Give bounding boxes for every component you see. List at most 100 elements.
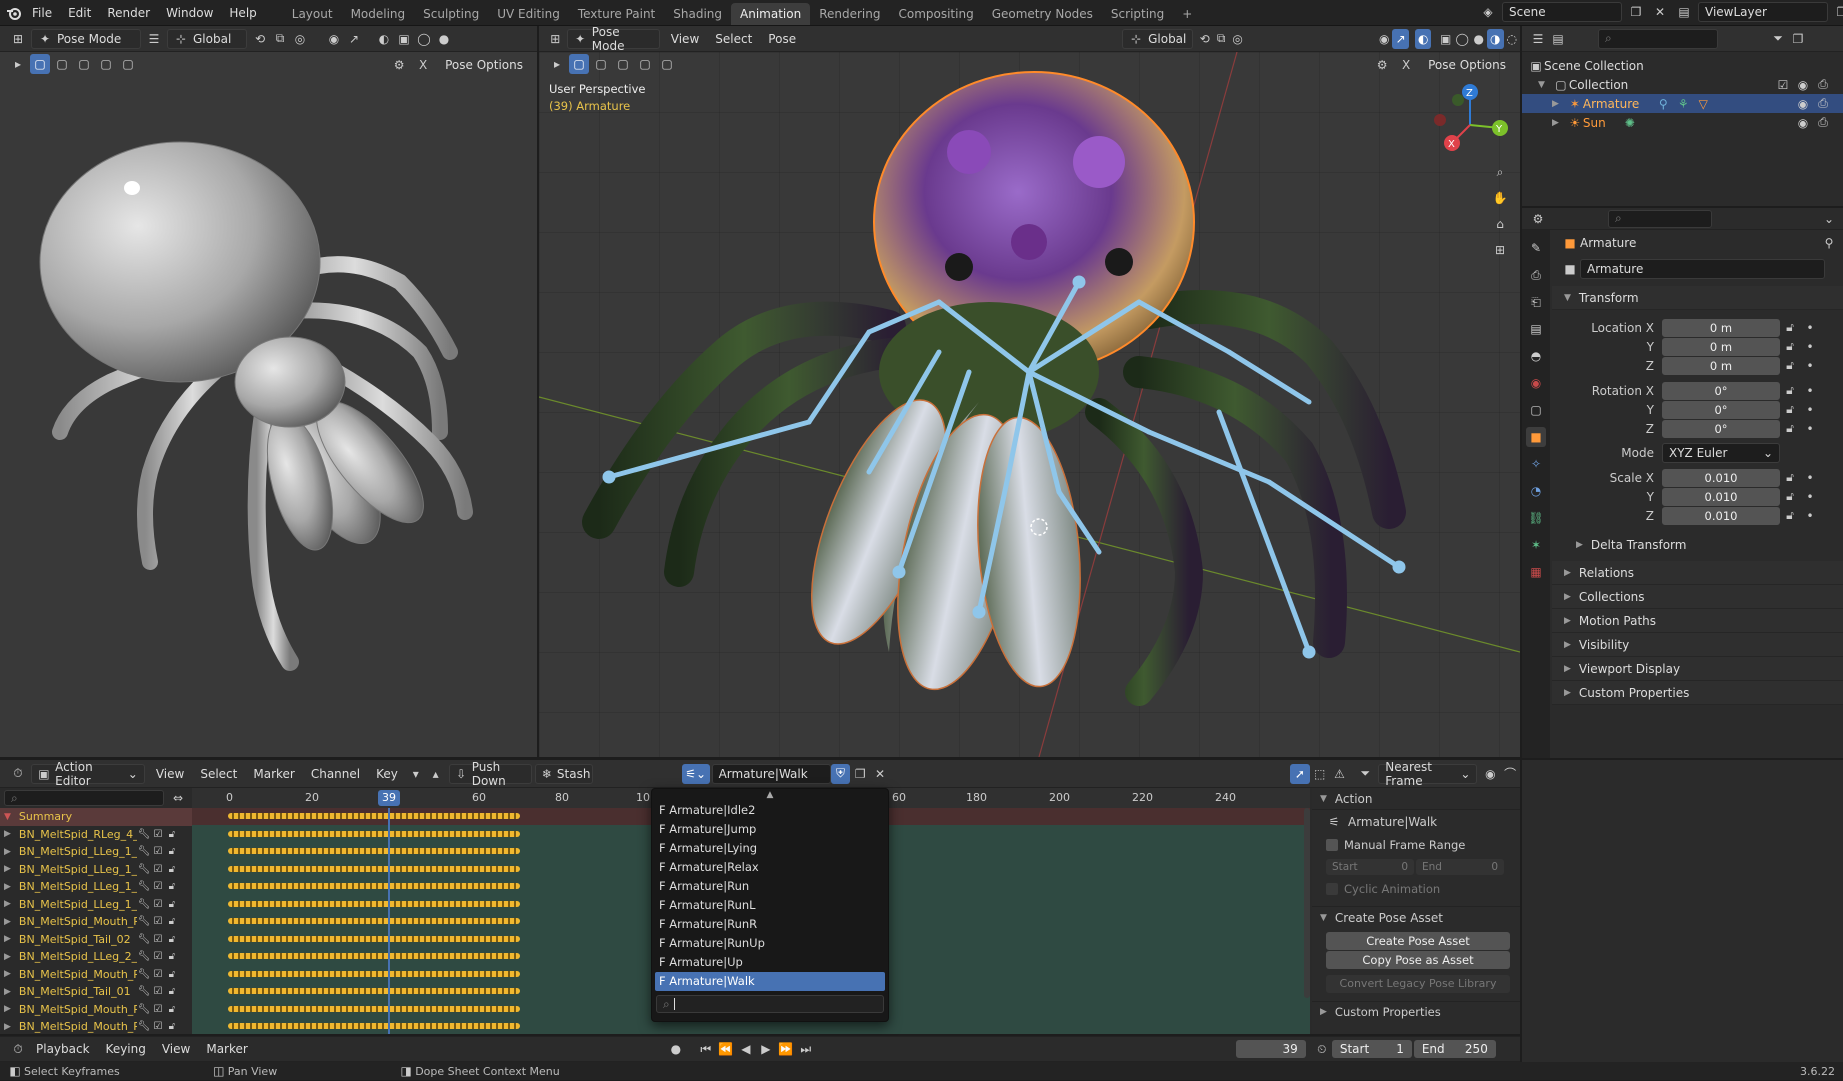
zoom-icon[interactable]: ⌕ [1490,162,1510,182]
sidebar-custom-properties-header[interactable]: ▶ Custom Properties [1312,1001,1520,1021]
collection-tab-icon[interactable]: ▢ [1526,400,1546,420]
eye-icon[interactable]: ◉ [1793,94,1813,114]
keyframe-dot-icon[interactable]: • [1800,381,1820,401]
channel-row[interactable]: ▶ BN_MeltSpid_Tail_02 🔧︎ ☑ 🔓︎ [0,931,192,949]
channel-row[interactable]: ▶ BN_MeltSpid_LLeg_1_(🔧︎ ☑ 🔓︎ [0,878,192,896]
object-tab-icon[interactable]: ■ [1526,427,1546,447]
render-tab-icon[interactable]: ⎙ [1526,265,1546,285]
main-overlay-icon[interactable]: ◐ [1414,28,1432,49]
texture-tab-icon[interactable]: ▦ [1526,562,1546,582]
copy-scene-icon[interactable]: ❐ [1626,2,1646,22]
action-list-item[interactable]: F Armature|Lying [655,839,885,858]
channel-row[interactable]: ▶ BN_MeltSpid_RLeg_4_(🔧︎ ☑ 🔓︎ [0,826,192,844]
action-panel-header[interactable]: ▼ Action [1312,788,1520,810]
main-visibility-icon[interactable]: ◉ [1376,29,1393,49]
action-list-item[interactable]: F Armature|RunL [655,896,885,915]
channel-keyframes[interactable] [228,953,520,959]
rotation-y-field[interactable]: 0° [1662,400,1780,419]
gizmo-icon[interactable]: ↗ [344,29,364,49]
tab-uv-editing[interactable]: UV Editing [488,3,569,25]
tab-compositing[interactable]: Compositing [889,3,982,25]
expand-icon[interactable]: ▶ [4,864,11,874]
channel-row[interactable]: ▶ BN_MeltSpid_LLeg_2_(🔧︎ ☑ 🔓︎ [0,948,192,966]
hamburger-menu-icon[interactable]: ☰ [144,29,164,49]
stash-button[interactable]: ❄ Stash [534,763,593,784]
channel-row[interactable]: ▶ BN_MeltSpid_LLeg_1_(🔧︎ ☑ 🔓︎ [0,861,192,879]
menu-render[interactable]: Render [99,0,158,26]
dopesheet-menu-select[interactable]: Select [192,763,245,785]
tab-rendering[interactable]: Rendering [810,3,889,25]
unlink-action-icon[interactable]: ✕ [870,764,890,784]
expand-icon[interactable]: ▶ [4,847,11,857]
main-rendered-icon[interactable]: ◌ [1504,29,1521,49]
visibility-icon[interactable]: ◉ [324,29,344,49]
close-scene-icon[interactable]: ✕ [1650,2,1670,22]
channel-keyframes[interactable] [228,1005,520,1012]
cyclic-checkbox[interactable] [1326,883,1338,895]
timeline-menu-view[interactable]: View [154,1038,198,1060]
main-mode-dropdown[interactable]: ✦ Pose Mode [566,25,660,53]
lock-icon[interactable]: 🔓︎ [1780,419,1800,439]
transform-section-header[interactable]: ▼ Transform [1552,286,1843,310]
start-frame-field[interactable]: Start 1 [1331,1040,1412,1058]
channel-row[interactable]: ▶ BN_MeltSpid_LLeg_1_(🔧︎ ☑ 🔓︎ [0,843,192,861]
layer-down-icon[interactable]: ▾ [406,764,426,784]
prev-keyframe-icon[interactable]: ⏪ [716,1039,736,1059]
pan-hand-icon[interactable]: ✋ [1490,188,1510,208]
scene-tab-icon[interactable]: ◓ [1526,346,1546,366]
physics-tab-icon[interactable]: ◔ [1526,481,1546,501]
fake-user-shield-icon[interactable]: ⛨ [830,763,851,784]
action-list-item[interactable]: F Armature|Relax [655,858,885,877]
play-icon[interactable]: ▶ [756,1039,776,1059]
eye-icon[interactable]: ◉ [1793,113,1813,133]
armature-data-icon[interactable]: ⚘ [1673,94,1693,114]
timeline-editor-icon[interactable]: ⏱ [8,1039,28,1059]
new-action-icon[interactable]: ❐ [850,764,870,784]
add-workspace-button[interactable]: + [1173,3,1201,25]
menu-file[interactable]: File [24,0,60,26]
camera-render-icon[interactable]: ⎙ [1813,113,1833,133]
relations-section-header[interactable]: ▶ Relations [1552,561,1843,585]
scene-selector[interactable]: Scene [1502,2,1622,22]
channel-row[interactable]: ▶ BN_MeltSpid_LLeg_1_(🔧︎ ☑ 🔓︎ [0,896,192,914]
lock-icon[interactable]: 🔓︎ [1780,506,1800,526]
channel-row[interactable]: ▶ BN_MeltSpid_Mouth_R 🔧︎ ☑ 🔓︎ [0,913,192,931]
push-down-button[interactable]: ⇩ Push Down [448,760,532,788]
location-x-field[interactable]: 0 m [1662,318,1780,337]
channel-keyframes[interactable] [228,970,520,977]
main-menu-select[interactable]: Select [707,28,760,50]
expand-icon[interactable]: ▶ [4,899,11,909]
properties-editor-icon[interactable]: ⚙ [1528,209,1548,229]
preview-range-icon[interactable]: ⏲ [1312,1039,1332,1059]
channel-keyframes[interactable] [228,883,520,889]
mute-checkbox-icon[interactable]: ☑ [151,1017,165,1037]
expand-icon[interactable]: ▶ [1552,118,1559,128]
channel-row[interactable]: ▶ BN_MeltSpid_Mouth_R 🔧︎ ☑ 🔓︎ [0,1018,192,1036]
dopesheet-menu-channel[interactable]: Channel [303,763,368,785]
vertical-scrollbar[interactable] [1304,808,1310,998]
next-keyframe-icon[interactable]: ⏩ [776,1039,796,1059]
expand-icon[interactable]: ▶ [4,969,11,979]
keyframe-dot-icon[interactable]: • [1800,318,1820,338]
outliner-display-icon[interactable]: ▤ [1548,29,1568,49]
eye-icon[interactable]: ◉ [1793,75,1813,95]
action-browse-icon[interactable]: ⚟⌄ [681,763,710,784]
expand-icon[interactable]: ▶ [4,987,11,997]
output-tab-icon[interactable]: ⎗ [1526,292,1546,312]
end-frame-field[interactable]: End 0 [1416,859,1504,875]
copy-pose-as-asset-button[interactable]: Copy Pose as Asset [1326,951,1510,969]
scale-z-field[interactable]: 0.010 [1662,506,1780,525]
lock-icon[interactable]: 🔓︎ [1780,337,1800,357]
start-frame-field[interactable]: Start 0 [1326,859,1414,875]
only-errors-icon[interactable]: ⚠ [1330,764,1350,784]
main-pivot-icon[interactable]: ⟲ [1196,29,1213,49]
properties-search-input[interactable]: ⌕ [1608,209,1712,228]
collections-section-header[interactable]: ▶ Collections [1552,585,1843,609]
tab-sculpting[interactable]: Sculpting [414,3,488,25]
outliner-filter-icon[interactable]: ⏷ [1768,29,1788,49]
ortho-grid-icon[interactable]: ⊞ [1490,240,1510,260]
end-frame-field[interactable]: End 250 [1413,1040,1496,1058]
play-reverse-icon[interactable]: ◀ [736,1039,756,1059]
summary-row[interactable]: ▼ Summary [0,808,192,826]
channel-search-input[interactable]: ⌕ [4,790,164,806]
